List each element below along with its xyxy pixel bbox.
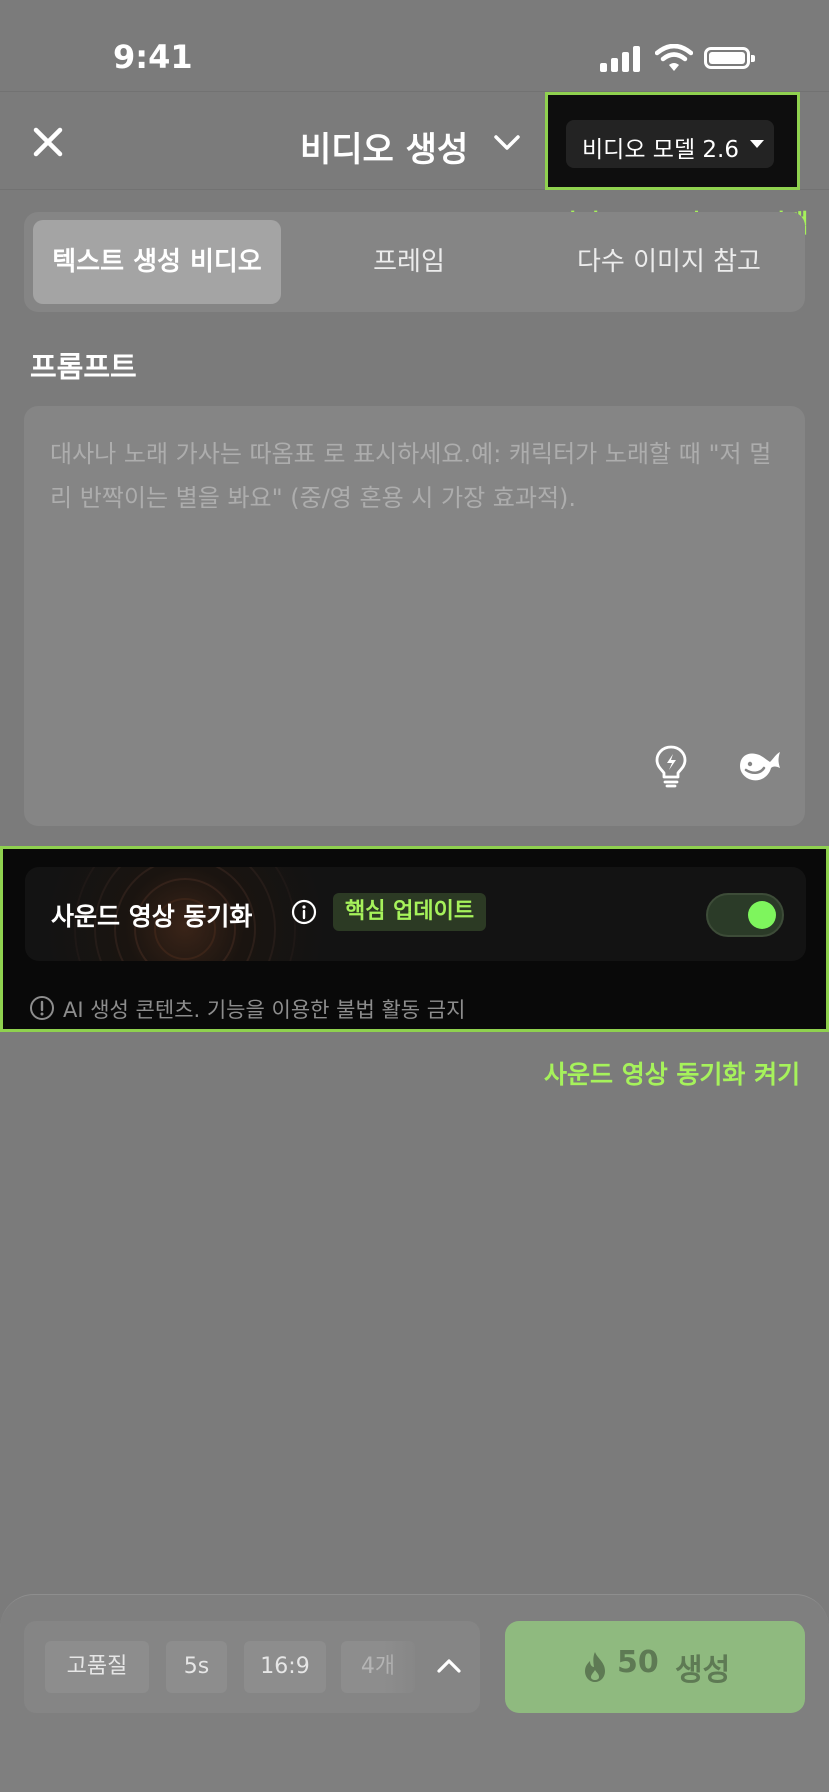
duration-chip[interactable]: 5s: [166, 1641, 227, 1693]
tab-text-to-video[interactable]: 텍스트 생성 비디오: [33, 220, 281, 304]
core-update-badge: 핵심 업데이트: [333, 893, 487, 931]
status-bar: 9:41: [0, 0, 829, 92]
prompt-label: 프롬프트: [30, 350, 137, 384]
battery-icon: [704, 47, 755, 69]
mode-tabs: 텍스트 생성 비디오 프레임 다수 이미지 참고: [24, 212, 805, 312]
sound-sync-highlight: 사운드 영상 동기화 핵심 업데이트 AI 생성 콘텐츠. 기능을 이용한 불법…: [0, 846, 829, 1032]
ratio-chip[interactable]: 16:9: [244, 1641, 326, 1693]
generate-label: 생성: [675, 1653, 731, 1688]
prompt-input[interactable]: 대사나 노래 가사는 따옴표 로 표시하세요.예: 캐릭터가 노래할 때 "저 …: [24, 406, 805, 826]
quality-chip[interactable]: 고품질: [45, 1641, 149, 1693]
status-time: 9:41: [113, 38, 193, 76]
tab-frame[interactable]: 프레임: [324, 220, 494, 304]
status-icons: [600, 44, 760, 72]
generate-cost: 50: [617, 1645, 659, 1680]
sound-sync-card: 사운드 영상 동기화 핵심 업데이트: [25, 867, 806, 961]
model-highlight: 비디오 모델 2.6: [545, 92, 800, 190]
bottom-bar: 고품질 5s 16:9 4개 50 생성: [0, 1594, 829, 1792]
info-icon[interactable]: [291, 899, 317, 925]
generate-button[interactable]: 50 생성: [505, 1621, 805, 1713]
fire-icon: [585, 1652, 605, 1682]
warning-icon: [30, 996, 54, 1020]
model-select-label: 비디오 모델 2.6: [582, 137, 739, 163]
chevron-up-icon[interactable]: [432, 1651, 466, 1681]
whale-icon[interactable]: [736, 746, 782, 786]
chevron-down-icon[interactable]: [492, 128, 522, 158]
disclaimer-text: AI 생성 콘텐츠. 기능을 이용한 불법 활동 금지: [63, 998, 466, 1022]
sound-sync-label: 사운드 영상 동기화: [51, 902, 253, 931]
page-title[interactable]: 비디오 생성: [300, 122, 468, 171]
chip-fade: [384, 1641, 424, 1693]
sound-sync-toggle[interactable]: [706, 893, 784, 937]
toggle-knob: [748, 901, 776, 929]
generation-options: 고품질 5s 16:9 4개: [24, 1621, 480, 1713]
model-select[interactable]: 비디오 모델 2.6: [566, 120, 774, 168]
header: 비디오 생성 비디오 모델 2.6: [0, 92, 829, 190]
lightbulb-icon[interactable]: [652, 744, 690, 788]
caret-down-icon: [750, 140, 764, 148]
annotation-sound: 사운드 영상 동기화 켜기: [544, 1060, 801, 1089]
close-icon[interactable]: [28, 122, 68, 162]
prompt-placeholder: 대사나 노래 가사는 따옴표 로 표시하세요.예: 캐릭터가 노래할 때 "저 …: [50, 440, 772, 512]
tab-multi-image[interactable]: 다수 이미지 참고: [544, 220, 794, 304]
wifi-icon: [655, 44, 693, 71]
